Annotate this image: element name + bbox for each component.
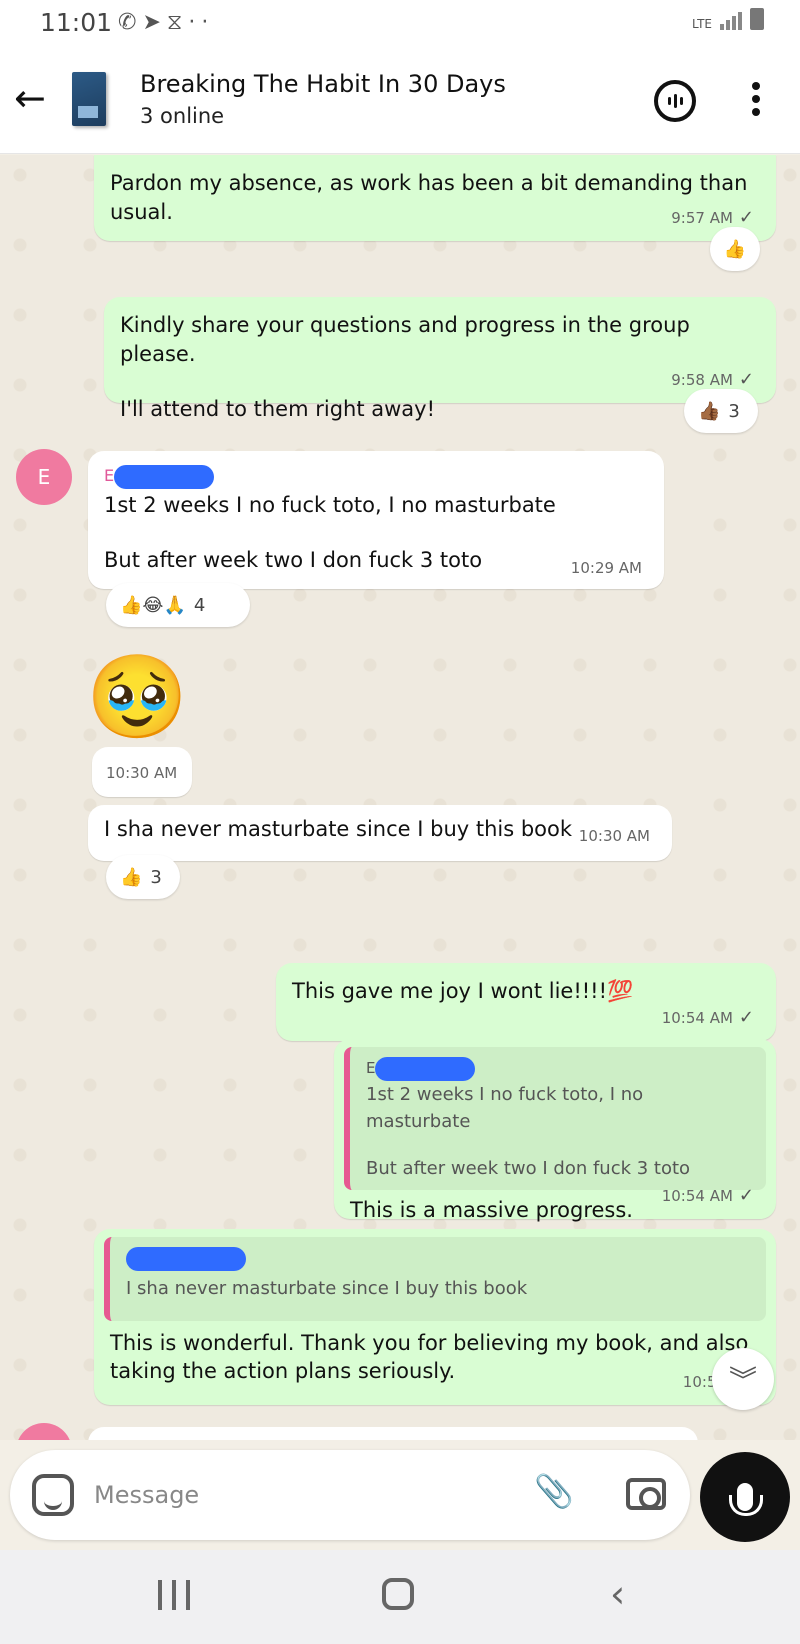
avatar[interactable]: E (16, 449, 72, 505)
message-input[interactable] (94, 1472, 514, 1518)
message-text: This gave me joy I wont lie!!!!💯 (292, 979, 634, 1003)
mic-button[interactable] (700, 1452, 790, 1542)
message-time: 10:29 AM (570, 559, 642, 577)
message-bubble[interactable]: E 1st 2 weeks I no fuck toto, I no mastu… (334, 1039, 776, 1222)
message-bubble[interactable]: I sha never masturbate since I buy this … (94, 1229, 776, 1405)
status-more: ·· (188, 10, 215, 35)
more-options-icon[interactable] (748, 82, 764, 122)
message-time: 10:54 AM (661, 1187, 733, 1205)
reaction-badge[interactable]: 👍😂🙏 4 (106, 583, 250, 627)
message-text: This is wonderful. Thank you for believi… (110, 1331, 749, 1383)
status-right: LTE (692, 8, 764, 30)
quoted-line: 1st 2 weeks I no fuck toto, I no masturb… (366, 1084, 644, 1132)
system-nav-bar: ‹ (0, 1550, 800, 1644)
message-time: 10:30 AM (578, 827, 650, 845)
quoted-sender (126, 1245, 750, 1271)
message-bubble[interactable]: I sha never masturbate since I buy this … (88, 805, 672, 861)
message-time: 9:58 AM (671, 371, 733, 389)
message-meta: 10:54 AM ✓ (662, 1181, 754, 1211)
mic-icon (729, 1483, 763, 1516)
message-text: Pardon my absence, as work has been a bi… (110, 171, 748, 224)
status-time: 11:01 (40, 8, 113, 37)
telegram-icon: ➤ (142, 10, 167, 35)
message-bubble[interactable] (88, 1427, 698, 1440)
sent-tick-icon: ✓ (738, 207, 754, 228)
message-time: 10:30 AM (106, 764, 178, 782)
message-text: I sha never masturbate since I buy this … (104, 817, 573, 841)
redaction-mark (114, 464, 215, 489)
chat-area[interactable]: Pardon my absence, as work has been a bi… (0, 155, 800, 1440)
notification-icons: ✆➤⧖·· (118, 10, 214, 35)
message-line: Kindly share your questions and progress… (120, 313, 690, 366)
chat-header: ← Breaking The Habit In 30 Days 3 online (0, 48, 800, 154)
reaction-emoji: 👍😂🙏 (120, 594, 186, 616)
chevron-double-down-icon: ︾ (728, 1364, 757, 1397)
voice-chat-icon[interactable] (654, 80, 696, 122)
quoted-message[interactable]: E 1st 2 weeks I no fuck toto, I no mastu… (344, 1047, 766, 1190)
reaction-emoji: 👍🏾 (698, 400, 721, 422)
reaction-badge[interactable]: 👍 (710, 227, 760, 271)
message-line: I'll attend to them right away! (120, 397, 436, 421)
sender-initial: E (104, 466, 115, 485)
message-bubble[interactable]: Pardon my absence, as work has been a bi… (94, 155, 776, 241)
reaction-count: 4 (193, 594, 206, 616)
message-bubble[interactable]: 10:30 AM (92, 747, 192, 797)
message-time: 9:57 AM (671, 209, 733, 227)
home-icon[interactable] (382, 1578, 414, 1610)
sent-tick-icon: ✓ (738, 1185, 754, 1206)
status-bar: 11:01 ✆➤⧖·· LTE (0, 0, 800, 48)
reaction-emoji: 👍 (723, 238, 747, 260)
quoted-sender: E (366, 1055, 750, 1081)
message-bubble[interactable]: This gave me joy I wont lie!!!!💯 10:54 A… (276, 963, 776, 1041)
message-bubble[interactable]: Kindly share your questions and progress… (104, 297, 776, 421)
quoted-line: But after week two I don fuck 3 toto (366, 1158, 691, 1179)
message-line: 1st 2 weeks I no fuck toto, I no masturb… (104, 493, 556, 517)
battery-icon (750, 8, 764, 30)
message-meta: 10:54 AM ✓ (662, 1003, 754, 1033)
signal-icon (720, 10, 742, 30)
message-time: 10:54 AM (661, 1009, 733, 1027)
quoted-message[interactable]: I sha never masturbate since I buy this … (104, 1237, 766, 1321)
reaction-badge[interactable]: 👍 3 (106, 855, 180, 899)
recents-icon[interactable] (158, 1580, 190, 1610)
quoted-line: I sha never masturbate since I buy this … (126, 1278, 528, 1299)
redaction-mark (126, 1247, 246, 1271)
scroll-to-bottom-button[interactable]: ︾ (712, 1348, 774, 1410)
message-meta: 10:30 AM (579, 822, 650, 851)
network-type: LTE (692, 17, 712, 31)
message-line: But after week two I don fuck 3 toto (104, 548, 483, 572)
nav-back-icon[interactable]: ‹ (610, 1572, 625, 1616)
sticker-icon[interactable] (32, 1474, 74, 1516)
message-bubble[interactable]: E 1st 2 weeks I no fuck toto, I no mastu… (88, 451, 664, 589)
sent-tick-icon: ✓ (738, 1007, 754, 1028)
redaction-mark (375, 1056, 476, 1081)
message-meta: 10:29 AM (571, 554, 642, 583)
group-avatar[interactable] (72, 72, 106, 126)
emoji-message[interactable]: 🥹 (86, 653, 188, 743)
sent-tick-icon: ✓ (738, 369, 754, 390)
quoted-sender-initial: E (366, 1059, 376, 1077)
sender-name[interactable]: E (104, 461, 648, 489)
chat-title[interactable]: Breaking The Habit In 30 Days (140, 70, 506, 98)
camera-icon[interactable] (626, 1478, 666, 1510)
online-count: 3 online (140, 104, 225, 128)
reaction-count: 3 (728, 400, 740, 422)
fiverr-icon: ⧖ (166, 10, 189, 35)
reaction-badge[interactable]: 👍🏾 3 (684, 389, 758, 433)
reaction-emoji: 👍 (120, 866, 143, 888)
message-composer: 📎 (10, 1450, 690, 1540)
attach-icon[interactable]: 📎 (534, 1472, 574, 1510)
reaction-count: 3 (150, 866, 162, 888)
avatar[interactable] (16, 1423, 72, 1440)
back-arrow-icon[interactable]: ← (14, 76, 54, 120)
whatsapp-icon: ✆ (118, 10, 143, 35)
